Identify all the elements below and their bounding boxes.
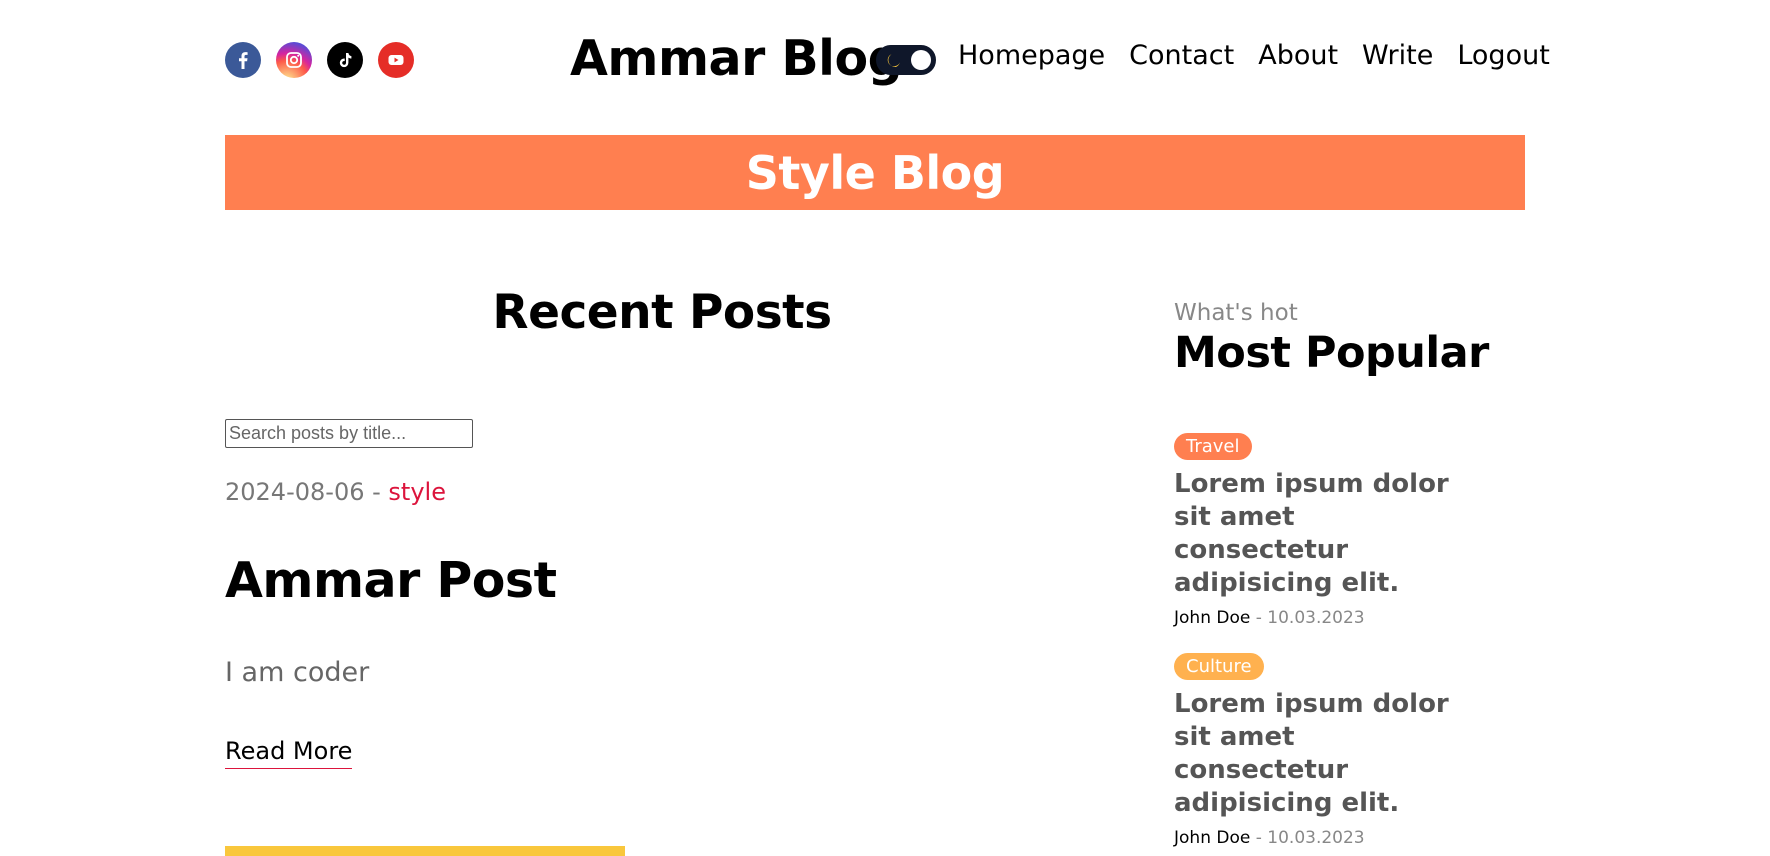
main-nav: Homepage Contact About Write Logout <box>958 40 1550 71</box>
popular-post-title[interactable]: Lorem ipsum dolor sit amet consectetur a… <box>1174 468 1474 600</box>
meta-separator: - <box>1250 828 1268 848</box>
nav-about[interactable]: About <box>1258 40 1338 71</box>
tiktok-icon <box>339 53 352 68</box>
sidebar-title: Most Popular <box>1174 328 1489 378</box>
youtube-icon <box>388 55 404 65</box>
toggle-knob <box>911 50 931 70</box>
post-category[interactable]: style <box>388 478 446 506</box>
meta-separator: - <box>364 478 389 506</box>
nav-write[interactable]: Write <box>1362 40 1433 71</box>
instagram-link[interactable] <box>276 42 312 78</box>
instagram-icon <box>286 52 302 68</box>
popular-item[interactable]: Culture Lorem ipsum dolor sit amet conse… <box>1174 653 1474 848</box>
category-badge[interactable]: Travel <box>1174 433 1252 460</box>
nav-contact[interactable]: Contact <box>1129 40 1234 71</box>
tiktok-link[interactable] <box>327 42 363 78</box>
category-badge[interactable]: Culture <box>1174 653 1264 680</box>
read-more-link[interactable]: Read More <box>225 737 353 769</box>
popular-post-meta: John Doe - 10.03.2023 <box>1174 608 1474 628</box>
youtube-link[interactable] <box>378 42 414 78</box>
theme-toggle[interactable] <box>876 45 936 75</box>
post-date: 2024-08-06 <box>225 478 365 506</box>
popular-post-title[interactable]: Lorem ipsum dolor sit amet consectetur a… <box>1174 688 1474 820</box>
popular-post-meta: John Doe - 10.03.2023 <box>1174 828 1474 848</box>
post-divider <box>225 846 625 856</box>
post-date: 10.03.2023 <box>1267 608 1365 628</box>
category-banner: Style Blog <box>225 135 1525 210</box>
post-date: 10.03.2023 <box>1267 828 1365 848</box>
facebook-link[interactable] <box>225 42 261 78</box>
post-meta: 2024-08-06 - style <box>225 478 446 506</box>
meta-separator: - <box>1250 608 1268 628</box>
nav-logout[interactable]: Logout <box>1457 40 1549 71</box>
author-name: John Doe <box>1174 828 1251 848</box>
sidebar-subtitle: What's hot <box>1174 300 1298 326</box>
banner-title: Style Blog <box>745 145 1005 200</box>
post-description: I am coder <box>225 657 370 688</box>
moon-icon <box>887 54 900 68</box>
recent-posts-title: Recent Posts <box>492 285 832 340</box>
nav-homepage[interactable]: Homepage <box>958 40 1105 71</box>
popular-item[interactable]: Travel Lorem ipsum dolor sit amet consec… <box>1174 433 1474 628</box>
author-name: John Doe <box>1174 608 1251 628</box>
post-title[interactable]: Ammar Post <box>225 552 557 609</box>
facebook-icon <box>239 52 248 69</box>
site-logo[interactable]: Ammar Blog <box>570 30 903 87</box>
search-input[interactable] <box>225 419 473 448</box>
social-links <box>225 42 414 78</box>
